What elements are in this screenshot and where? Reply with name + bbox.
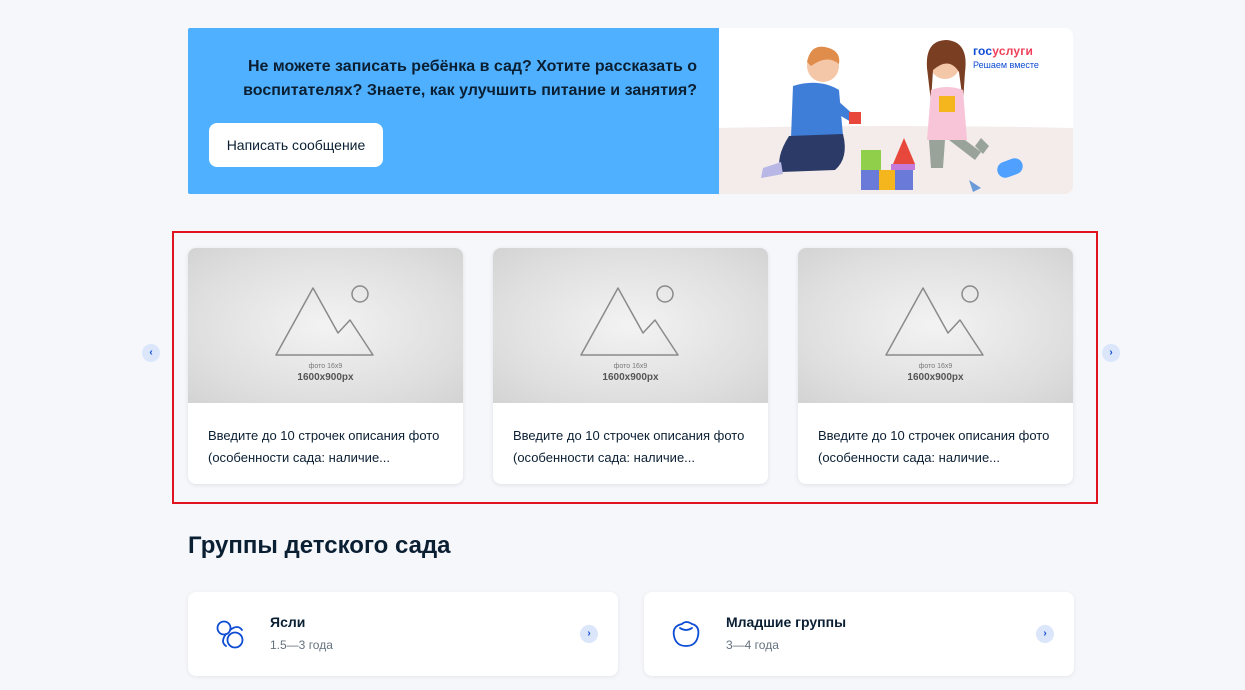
carousel-prev-button[interactable]: ‹ [142, 344, 160, 362]
photo-placeholder: фото 16х9 1600х900px [493, 248, 768, 403]
gosuslugi-logo[interactable]: госуслуги Решаем вместе [973, 44, 1063, 70]
photo-card[interactable]: фото 16х9 1600х900px Введите до 10 строч… [188, 248, 463, 484]
banner-text-panel: Не можете записать ребёнка в сад? Хотите… [188, 28, 719, 194]
photo-ratio-label: фото 16х9 [308, 363, 343, 370]
brand-name-part2: услуги [992, 44, 1034, 58]
chevron-right-icon[interactable]: › [1036, 625, 1054, 643]
banner-illustration: госуслуги Решаем вместе [719, 28, 1073, 194]
carousel-next-button[interactable]: › [1102, 344, 1120, 362]
group-age: 1.5—3 года [270, 638, 333, 652]
brand-tagline: Решаем вместе [973, 60, 1039, 70]
group-name: Младшие группы [726, 614, 847, 630]
pacifier-icon [216, 620, 244, 649]
brand-name-part1: гос [973, 44, 993, 58]
group-name: Ясли [270, 614, 306, 630]
photo-ratio-label: фото 16х9 [918, 363, 953, 370]
write-message-button[interactable]: Написать сообщение [209, 123, 383, 167]
photo-card[interactable]: фото 16х9 1600х900px Введите до 10 строч… [798, 248, 1073, 484]
photo-ratio-label: фото 16х9 [613, 363, 648, 370]
photo-description: Введите до 10 строчек описания фото (осо… [513, 428, 745, 465]
chevron-right-icon[interactable]: › [580, 625, 598, 643]
photo-placeholder: фото 16х9 1600х900px [188, 248, 463, 403]
photo-description: Введите до 10 строчек описания фото (осо… [818, 428, 1050, 465]
photo-card[interactable]: фото 16х9 1600х900px Введите до 10 строч… [493, 248, 768, 484]
photo-placeholder: фото 16х9 1600х900px [798, 248, 1073, 403]
photo-description: Введите до 10 строчек описания фото (осо… [208, 428, 440, 465]
groups-section-title: Группы детского сада [188, 532, 451, 559]
group-age: 3—4 года [726, 638, 779, 652]
feedback-banner: Не можете записать ребёнка в сад? Хотите… [188, 28, 1073, 194]
photo-size-label: 1600х900px [297, 372, 354, 383]
photo-size-label: 1600х900px [602, 372, 659, 383]
child-face-icon [672, 621, 700, 647]
photo-size-label: 1600х900px [907, 372, 964, 383]
banner-text: Не можете записать ребёнка в сад? Хотите… [243, 58, 697, 99]
group-card-junior[interactable]: Младшие группы 3—4 года › [644, 592, 1074, 676]
group-card-nursery[interactable]: Ясли 1.5—3 года › [188, 592, 618, 676]
